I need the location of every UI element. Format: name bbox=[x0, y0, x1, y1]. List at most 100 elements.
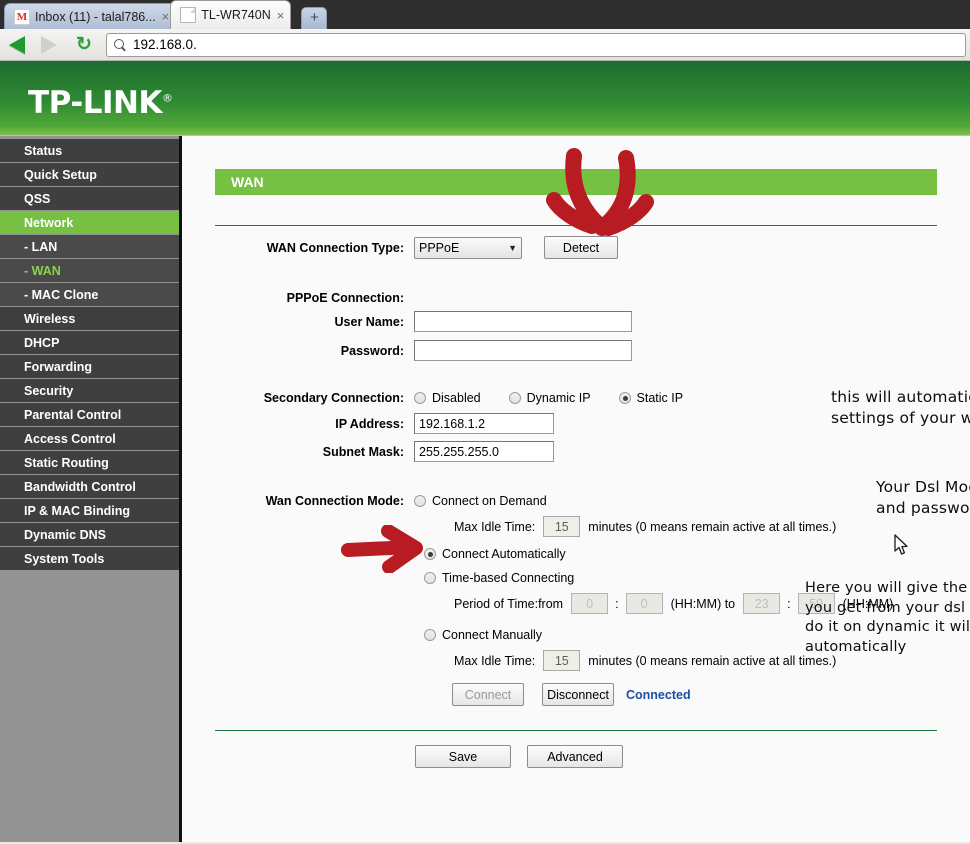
tab-gmail[interactable]: M Inbox (11) - talal786... × bbox=[4, 3, 177, 29]
row-connect-buttons: Connect Disconnect Connected bbox=[414, 683, 937, 706]
browser-window: M Inbox (11) - talal786... × TL-WR740N ×… bbox=[0, 0, 970, 844]
row-connect-automatically: Connect Automatically bbox=[414, 547, 937, 561]
max-idle-time-label-2: Max Idle Time: bbox=[454, 653, 536, 668]
sidebar-item-access-control[interactable]: Access Control bbox=[0, 427, 179, 451]
save-button[interactable]: Save bbox=[415, 745, 511, 768]
page-body: Status Quick Setup QSS Network - LAN - W… bbox=[0, 136, 970, 842]
period-to-hour-input[interactable] bbox=[743, 593, 781, 614]
wan-connection-mode-label: Wan Connection Mode: bbox=[265, 494, 404, 508]
ip-address-input[interactable] bbox=[414, 413, 554, 434]
password-input[interactable] bbox=[414, 340, 632, 361]
gmail-icon: M bbox=[14, 8, 30, 25]
chevron-down-icon: ▼ bbox=[508, 242, 517, 253]
connection-status-text: Connected bbox=[626, 687, 691, 702]
subnet-mask-label: Subnet Mask: bbox=[322, 444, 404, 459]
radio-disabled[interactable] bbox=[414, 392, 426, 404]
annotation-detect-note: this will automatically detect the setti… bbox=[831, 388, 970, 427]
row-pppoe-connection: PPPoE Connection: bbox=[215, 291, 937, 305]
sidebar-item-wireless[interactable]: Wireless bbox=[0, 307, 179, 331]
tab-router[interactable]: TL-WR740N × bbox=[170, 0, 292, 29]
row-secondary-connection: Secondary Connection: Disabled Dynamic I… bbox=[215, 391, 937, 405]
period-of-time-label: Period of Time:from bbox=[454, 596, 564, 611]
wan-connection-type-select[interactable]: PPPoE ▼ bbox=[414, 236, 522, 259]
ip-address-label: IP Address: bbox=[335, 416, 404, 431]
radio-connect-on-demand[interactable] bbox=[414, 495, 426, 507]
sidebar-item-security[interactable]: Security bbox=[0, 379, 179, 403]
period-hhmm-label-1: (HH:MM) to bbox=[670, 596, 736, 611]
reload-button[interactable]: ↻ bbox=[71, 32, 97, 58]
period-from-minute-input[interactable] bbox=[625, 593, 663, 614]
max-idle-time-label-1: Max Idle Time: bbox=[454, 519, 536, 534]
sidebar-item-network[interactable]: Network bbox=[0, 211, 179, 235]
sidebar-item-system-tools[interactable]: System Tools bbox=[0, 547, 179, 571]
wan-connection-type-label: WAN Connection Type: bbox=[266, 240, 404, 255]
sidebar-item-static-routing[interactable]: Static Routing bbox=[0, 451, 179, 475]
sidebar-item-parental-control[interactable]: Parental Control bbox=[0, 403, 179, 427]
user-name-input[interactable] bbox=[414, 311, 632, 332]
disconnect-button[interactable]: Disconnect bbox=[542, 683, 614, 706]
subnet-mask-input[interactable] bbox=[414, 441, 554, 462]
mode-connect-on-demand-group: Connect on Demand bbox=[414, 494, 575, 508]
row-user-name: User Name: bbox=[215, 311, 937, 332]
radio-dynamic-ip[interactable] bbox=[508, 392, 521, 404]
period-from-hour-input[interactable] bbox=[571, 593, 609, 614]
max-idle-time-input-1[interactable] bbox=[543, 516, 581, 537]
password-label: Password: bbox=[340, 343, 404, 358]
tab-gmail-close-icon[interactable]: × bbox=[162, 10, 170, 23]
tab-gmail-title: Inbox (11) - talal786... bbox=[35, 9, 156, 24]
sidebar-item-mac-clone[interactable]: - MAC Clone bbox=[0, 283, 179, 307]
address-bar-text: 192.168.0. bbox=[133, 37, 197, 52]
max-idle-time-suffix-2: minutes (0 means remain active at all ti… bbox=[588, 653, 837, 668]
sidebar-item-dhcp[interactable]: DHCP bbox=[0, 331, 179, 355]
radio-connect-automatically-label: Connect Automatically bbox=[442, 547, 566, 561]
new-tab-button[interactable]: + bbox=[301, 7, 328, 29]
sidebar-nav: Status Quick Setup QSS Network - LAN - W… bbox=[0, 136, 182, 842]
max-idle-time-input-2[interactable] bbox=[543, 650, 581, 671]
row-ip-address: IP Address: bbox=[215, 413, 937, 434]
red-down-arrow-icon bbox=[546, 148, 654, 236]
radio-connect-manually-label: Connect Manually bbox=[442, 628, 543, 642]
tplink-logo-text: TP-LINK bbox=[28, 85, 162, 121]
red-right-arrow-icon bbox=[341, 525, 423, 573]
sidebar-item-quick-setup[interactable]: Quick Setup bbox=[0, 163, 179, 187]
annotation-ip-note: Here you will give the ip address of you… bbox=[805, 580, 970, 655]
connect-button[interactable]: Connect bbox=[452, 683, 524, 706]
radio-time-based-connecting[interactable] bbox=[424, 572, 436, 584]
advanced-button[interactable]: Advanced bbox=[527, 745, 623, 768]
sidebar-item-wan[interactable]: - WAN bbox=[0, 259, 179, 283]
user-name-label: User Name: bbox=[334, 314, 404, 329]
sidebar-item-dynamic-dns[interactable]: Dynamic DNS bbox=[0, 523, 179, 547]
footer-divider bbox=[215, 730, 937, 731]
row-password: Password: bbox=[215, 340, 937, 361]
radio-static-ip[interactable] bbox=[618, 392, 631, 404]
tplink-logo: TP-LINK® bbox=[28, 85, 173, 121]
sidebar-item-status[interactable]: Status bbox=[0, 139, 179, 163]
page-viewport: TP-LINK® Status Quick Setup QSS Network … bbox=[0, 61, 970, 842]
sidebar-item-lan[interactable]: - LAN bbox=[0, 235, 179, 259]
reload-icon: ↻ bbox=[76, 33, 92, 55]
address-bar[interactable]: 192.168.0. bbox=[106, 32, 966, 57]
back-button[interactable] bbox=[7, 32, 33, 58]
row-max-idle-time-1: Max Idle Time: minutes (0 means remain a… bbox=[414, 516, 937, 537]
sidebar-item-bandwidth-control[interactable]: Bandwidth Control bbox=[0, 475, 179, 499]
radio-connect-on-demand-label: Connect on Demand bbox=[432, 494, 547, 508]
wan-connection-type-value: PPPoE bbox=[419, 240, 460, 255]
page-icon bbox=[180, 7, 197, 23]
tab-router-title: TL-WR740N bbox=[201, 8, 271, 22]
sidebar-item-forwarding[interactable]: Forwarding bbox=[0, 355, 179, 379]
row-wan-connection-mode: Wan Connection Mode: Connect on Demand bbox=[215, 494, 937, 508]
radio-dynamic-ip-label: Dynamic IP bbox=[526, 391, 591, 405]
tab-router-close-icon[interactable]: × bbox=[277, 9, 285, 22]
main-content: WAN WAN Connection Type: PPPoE ▼ Detect bbox=[182, 136, 970, 842]
secondary-connection-radios: Disabled Dynamic IP Static IP bbox=[414, 391, 711, 405]
period-from-colon: : bbox=[615, 596, 619, 611]
annotation-credentials-note: Your Dsl Modem User name and password bbox=[876, 478, 970, 517]
sidebar-item-ip-mac-binding[interactable]: IP & MAC Binding bbox=[0, 499, 179, 523]
sidebar-item-qss[interactable]: QSS bbox=[0, 187, 179, 211]
tplink-header-banner: TP-LINK® bbox=[0, 61, 970, 136]
wan-settings-form: WAN Connection Type: PPPoE ▼ Detect PPPo… bbox=[215, 236, 937, 768]
mouse-cursor-icon bbox=[894, 534, 908, 555]
radio-static-ip-label: Static IP bbox=[636, 391, 684, 405]
radio-connect-manually[interactable] bbox=[424, 629, 436, 641]
max-idle-time-suffix-1: minutes (0 means remain active at all ti… bbox=[588, 519, 837, 534]
